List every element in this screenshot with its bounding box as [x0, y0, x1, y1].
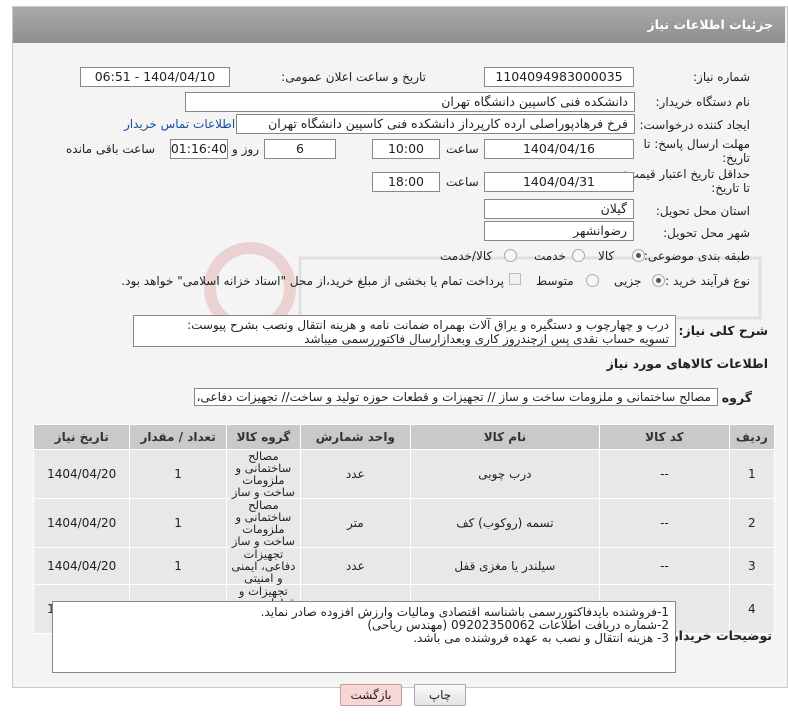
cell-code: -- [599, 498, 730, 548]
cell-name: سیلندر یا مغزی قفل [409, 547, 601, 585]
remaining-label: ساعت باقی مانده [66, 142, 156, 156]
category-radio-service[interactable] [572, 249, 585, 262]
cell-group: مصالح ساختمانی و ملزومات ساخت و ساز [225, 449, 302, 499]
col-group: گروه کالا [225, 424, 302, 450]
city-label: شهر محل تحویل: [663, 226, 750, 240]
process-radio-partial[interactable] [652, 274, 665, 287]
deadline-label-2: تاریخ: [722, 151, 750, 165]
category-option-service: خدمت [534, 249, 566, 263]
days-label: روز و [232, 142, 259, 156]
city-field: رضوانشهر [484, 221, 634, 241]
col-qty: تعداد / مقدار [129, 424, 227, 450]
goods-group-field: مصالح ساختمانی و ملزومات ساخت و ساز // ت… [194, 388, 718, 406]
description-line-2: تسویه حساب نقدی پس ازچندروز کاری وبعدازا… [304, 332, 669, 346]
description-label: شرح کلی نیاز: [678, 323, 768, 338]
remaining-time-field: 01:16:40 [170, 139, 228, 159]
goods-section-title: اطلاعات کالاهای مورد نیاز [606, 356, 768, 371]
cell-unit: عدد [300, 547, 411, 585]
col-name: نام کالا [409, 424, 601, 450]
province-label: استان محل تحویل: [655, 204, 750, 218]
back-button[interactable]: بازگشت [340, 684, 402, 706]
cell-qty: 1 [129, 449, 227, 499]
min-price-label-1: حداقل تاریخ اعتبار قیمت: [623, 167, 750, 181]
print-button[interactable]: چاپ [414, 684, 466, 706]
col-date: تاریخ نیاز [32, 424, 131, 450]
province-field: گیلان [484, 199, 634, 219]
treasury-payment-checkbox[interactable] [509, 273, 521, 285]
category-option-goods-service: کالا/خدمت [440, 249, 493, 263]
deadline-label-1: مهلت ارسال پاسخ: تا [643, 137, 750, 151]
announce-field: 1404/04/10 - 06:51 [80, 67, 230, 87]
min-price-time-field: 18:00 [372, 172, 440, 192]
cell-date: 1404/04/20 [32, 498, 131, 548]
buyer-contact-link[interactable]: اطلاعات تماس خریدار [124, 117, 235, 131]
need-number-label: شماره نیاز: [693, 70, 750, 84]
need-number-field: 1104094983000035 [484, 67, 634, 87]
min-price-time-label: ساعت [446, 175, 479, 189]
table-row: 3 -- سیلندر یا مغزی قفل عدد تجهیزات دفاع… [32, 547, 776, 585]
cell-qty: 1 [129, 498, 227, 548]
cell-unit: متر [300, 498, 411, 548]
cell-name: تسمه (روکوب) کف [409, 498, 601, 548]
cell-name: درب چوبی [409, 449, 601, 499]
buyer-notes-label: توضیحات خریدار: [666, 628, 772, 643]
buyer-org-label: نام دستگاه خریدار: [655, 95, 751, 109]
category-label: طبقه بندی موضوعی: [643, 249, 750, 263]
cell-group: تجهیزات دفاعی، ایمنی و امنیتی [225, 547, 302, 585]
cell-group: مصالح ساختمانی و ملزومات ساخت و ساز [225, 498, 302, 548]
requester-label: ایجاد کننده درخواست: [639, 118, 750, 132]
deadline-time-label: ساعت [446, 142, 479, 156]
remaining-days-field: 6 [264, 139, 336, 159]
description-line-1: درب و چهارچوب و دستگیره و یراق آلات بهمر… [187, 318, 669, 332]
treasury-payment-note: پرداخت تمام یا بخشی از مبلغ خرید،از محل … [121, 274, 504, 288]
buyer-note-3: 3- هزینه انتقال و نصب به عهده فروشنده می… [413, 631, 669, 645]
cell-index: 4 [728, 584, 776, 634]
description-textarea[interactable]: درب و چهارچوب و دستگیره و یراق آلات بهمر… [133, 315, 676, 347]
cell-unit: عدد [300, 449, 411, 499]
process-option-partial: جزیی [614, 274, 642, 288]
process-label: نوع فرآیند خرید : [665, 274, 750, 288]
table-row: 1 -- درب چوبی عدد مصالح ساختمانی و ملزوم… [32, 449, 776, 499]
min-price-label-2: تا تاریخ: [711, 181, 750, 195]
deadline-date-field: 1404/04/16 [484, 139, 634, 159]
col-unit: واحد شمارش [300, 424, 411, 450]
cell-date: 1404/04/20 [32, 449, 131, 499]
buyer-notes-textarea[interactable]: 1-فروشنده بایدفاکتوررسمی باشناسه اقتصادی… [52, 601, 676, 673]
cell-index: 3 [728, 547, 776, 585]
requester-field: فرخ فرهادپوراصلی ارده کارپرداز دانشکده ف… [236, 114, 635, 134]
table-row: 2 -- تسمه (روکوب) کف متر مصالح ساختمانی … [32, 498, 776, 548]
cell-index: 2 [728, 498, 776, 548]
goods-table-header: ردیف کد کالا نام کالا واحد شمارش گروه کا… [32, 424, 776, 450]
page-title: جزئیات اطلاعات نیاز [13, 7, 785, 43]
cell-date: 1404/04/20 [32, 547, 131, 585]
cell-qty: 1 [129, 547, 227, 585]
process-option-medium: متوسط [536, 274, 574, 288]
category-radio-goods[interactable] [632, 249, 645, 262]
category-option-goods: کالا [598, 249, 615, 263]
cell-code: -- [599, 547, 730, 585]
col-code: کد کالا [599, 424, 730, 450]
col-index: ردیف [728, 424, 776, 450]
deadline-time-field: 10:00 [372, 139, 440, 159]
cell-index: 1 [728, 449, 776, 499]
buyer-org-field: دانشکده فنی کاسپین دانشگاه تهران [185, 92, 635, 112]
min-price-date-field: 1404/04/31 [484, 172, 634, 192]
cell-code: -- [599, 449, 730, 499]
process-radio-medium[interactable] [586, 274, 599, 287]
category-radio-goods-service[interactable] [504, 249, 517, 262]
announce-label: تاریخ و ساعت اعلان عمومی: [281, 70, 426, 84]
